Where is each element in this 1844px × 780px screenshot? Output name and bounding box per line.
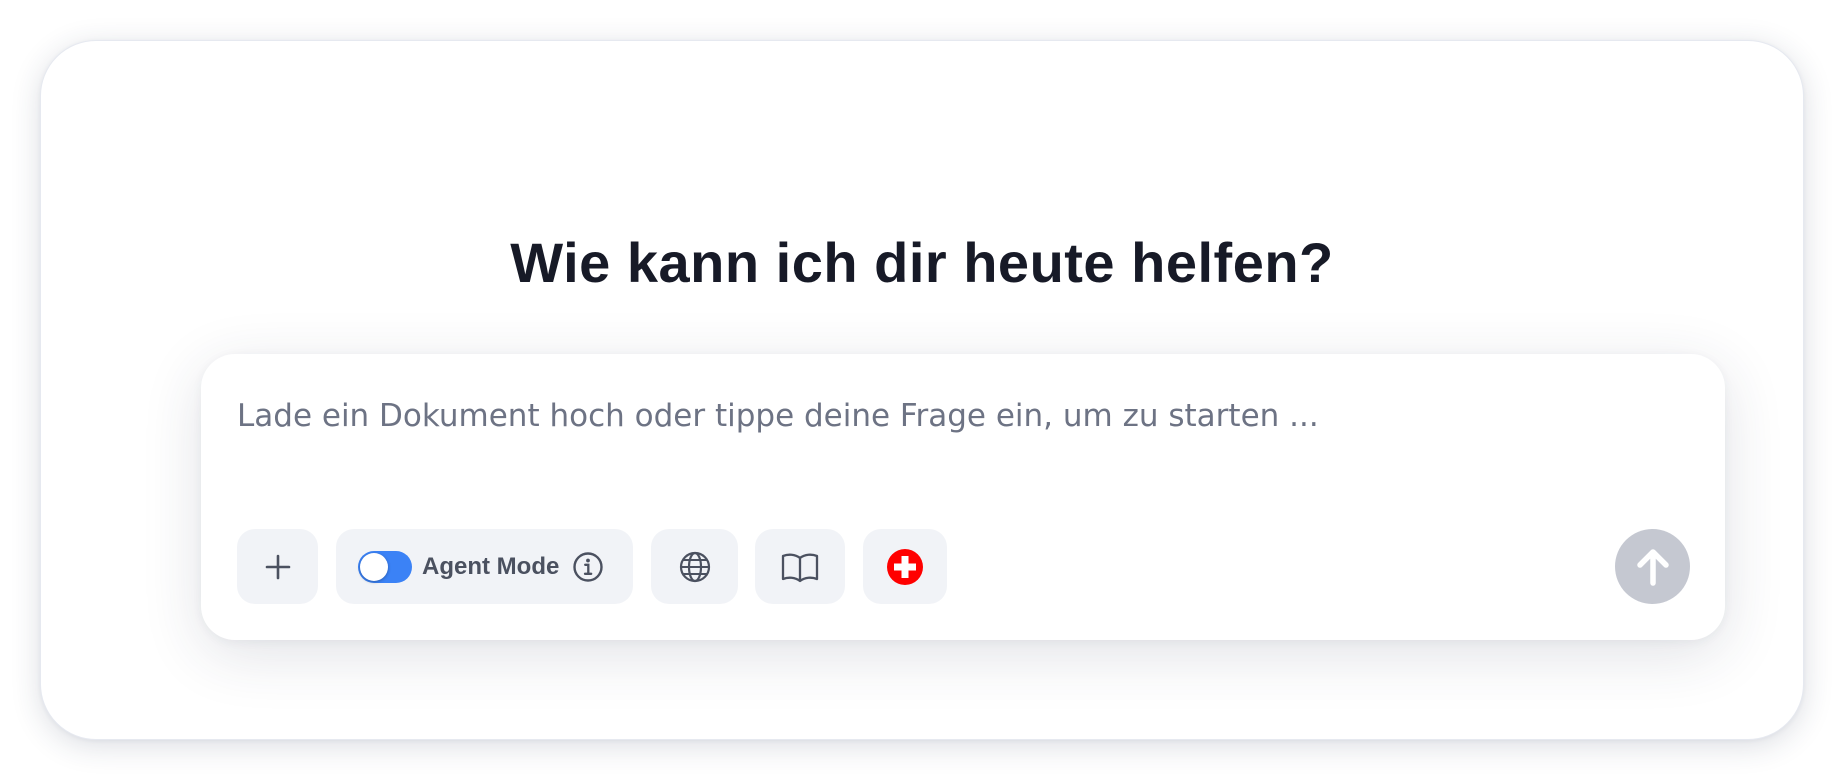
prompt-input[interactable] [237, 392, 1677, 440]
agent-mode-button[interactable]: Agent Mode [336, 529, 633, 604]
toggle-knob [360, 552, 388, 581]
book-icon [780, 550, 820, 584]
swiss-cross-icon [886, 548, 924, 586]
agent-mode-label: Agent Mode [422, 552, 560, 580]
swiss-mode-button[interactable] [863, 529, 947, 604]
composer: Agent Mode [201, 354, 1725, 640]
page-title: Wie kann ich dir heute helfen? [510, 231, 1334, 294]
plus-icon [264, 553, 292, 581]
arrow-up-icon [1633, 545, 1673, 589]
send-button[interactable] [1615, 529, 1690, 604]
web-search-button[interactable] [651, 529, 738, 604]
library-button[interactable] [755, 529, 845, 604]
globe-icon [678, 550, 712, 584]
main-card: Wie kann ich dir heute helfen? Agent Mod… [40, 40, 1804, 740]
add-button[interactable] [237, 529, 318, 604]
agent-mode-toggle[interactable] [358, 550, 412, 583]
info-icon[interactable] [572, 551, 604, 583]
